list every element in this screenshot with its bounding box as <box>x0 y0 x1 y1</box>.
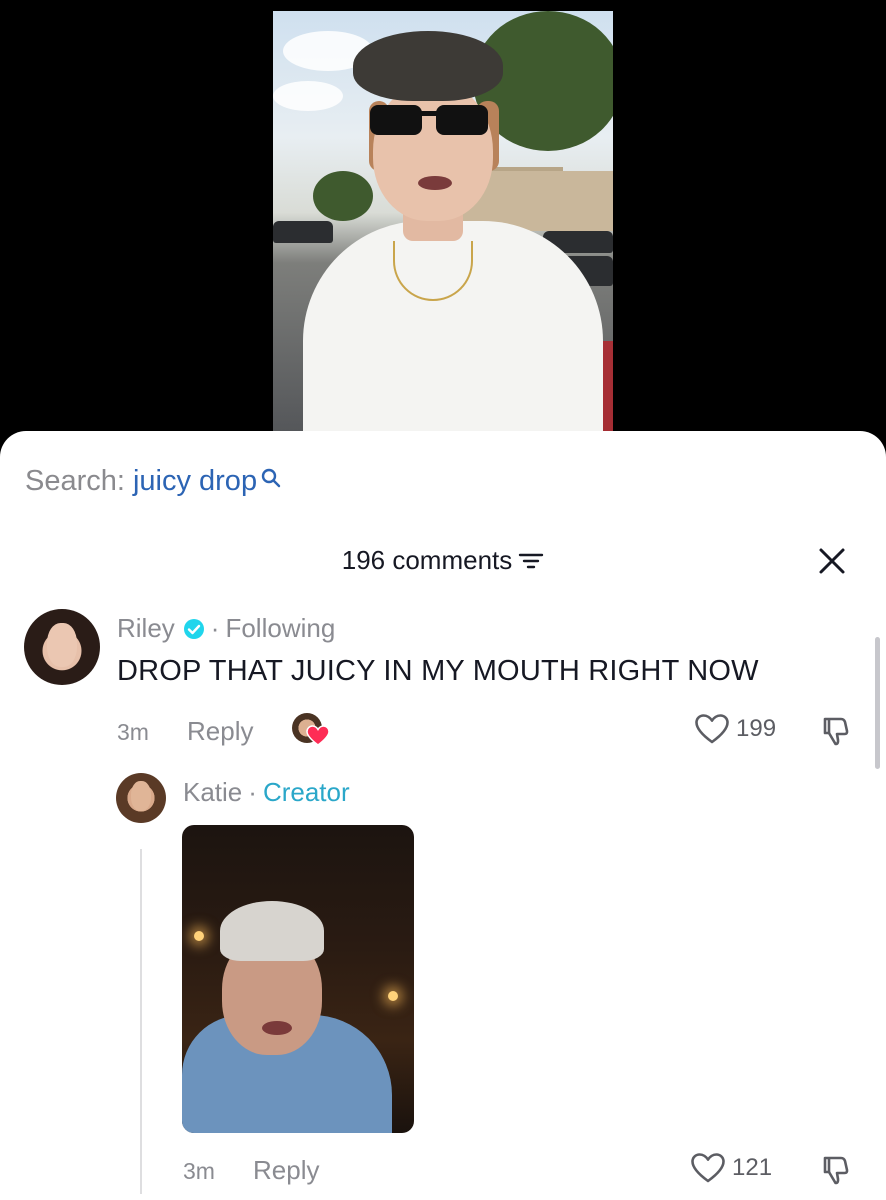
search-suggestion[interactable]: Search: juicy drop <box>25 465 282 498</box>
person-hat <box>353 31 503 101</box>
search-query-link[interactable]: juicy drop <box>133 465 257 498</box>
verified-badge-icon <box>183 618 204 639</box>
heart-icon <box>306 725 330 746</box>
separator-dot: · <box>248 777 257 807</box>
close-icon[interactable] <box>818 547 846 575</box>
person-beanie <box>220 901 324 961</box>
reply-author[interactable]: Katie <box>183 777 242 808</box>
thread-line <box>140 849 142 1194</box>
following-label: Following <box>225 613 336 643</box>
sunglasses <box>370 105 488 135</box>
creator-badge: Creator <box>262 777 350 807</box>
heart-outline-icon[interactable] <box>690 1152 726 1184</box>
separator-dot: · <box>210 613 220 643</box>
comments-header: 196 comments <box>0 545 886 576</box>
avatar-face <box>47 623 77 667</box>
filter-icon[interactable] <box>518 550 544 572</box>
comment-author[interactable]: Riley <box>117 613 175 644</box>
avatar[interactable] <box>24 609 100 685</box>
video-player[interactable] <box>0 0 886 440</box>
video-frame[interactable] <box>273 11 613 431</box>
thumbs-down-icon[interactable] <box>820 714 854 748</box>
thumbs-down-icon[interactable] <box>820 1153 854 1187</box>
creator-liked-indicator <box>292 713 330 747</box>
background-light <box>194 931 204 941</box>
heart-outline-icon[interactable] <box>694 713 730 745</box>
parked-car <box>273 221 333 243</box>
like-button[interactable]: 121 <box>690 1152 772 1184</box>
like-button[interactable]: 199 <box>694 713 776 745</box>
comment-text: DROP THAT JUICY IN MY MOUTH RIGHT NOW <box>117 655 759 687</box>
reply-button[interactable]: Reply <box>187 716 253 747</box>
avatar-face <box>131 781 151 811</box>
scrollbar[interactable] <box>875 637 880 769</box>
reply-time: 3m <box>183 1158 215 1184</box>
avatar[interactable] <box>116 773 166 823</box>
reply-button[interactable]: Reply <box>253 1155 319 1186</box>
search-label: Search: <box>25 465 125 497</box>
search-icon[interactable] <box>260 467 282 489</box>
comment-time: 3m <box>117 719 149 745</box>
tree <box>313 171 373 221</box>
person-mouth <box>418 176 452 190</box>
reply-author-row: Katie · Creator <box>183 777 350 808</box>
background-light <box>388 991 398 1001</box>
reply-video-thumbnail[interactable] <box>182 825 414 1133</box>
comments-sheet: Search: juicy drop 196 comments Riley · … <box>0 431 886 1200</box>
comment-author-row: Riley · Following <box>117 613 341 644</box>
like-count: 199 <box>736 715 777 742</box>
like-count: 121 <box>732 1154 773 1181</box>
cloud <box>273 81 343 111</box>
comments-count: 196 comments <box>341 545 513 575</box>
person-mouth <box>262 1021 292 1035</box>
